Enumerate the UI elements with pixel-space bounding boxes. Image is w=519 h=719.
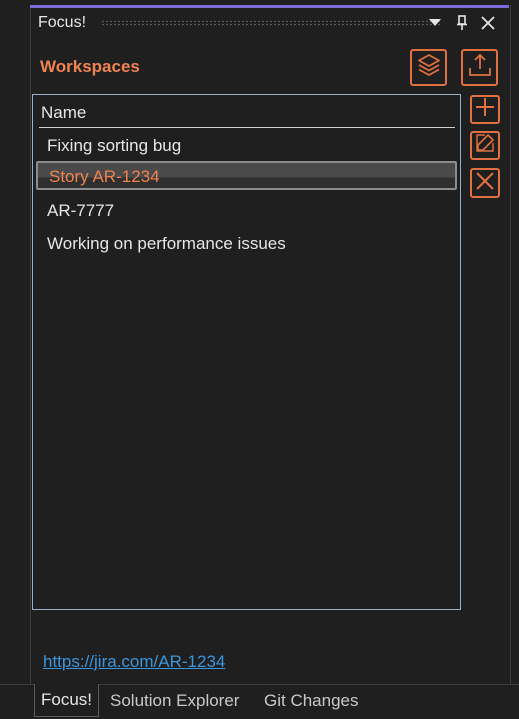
pin-icon[interactable] — [451, 12, 473, 34]
tab-solution-explorer[interactable]: Solution Explorer — [110, 685, 239, 717]
edit-workspace-button[interactable] — [470, 131, 500, 160]
edit-icon — [475, 133, 495, 158]
list-item[interactable]: Fixing sorting bug — [47, 136, 181, 156]
list-item-label: Story AR-1234 — [49, 167, 160, 186]
export-icon — [467, 52, 493, 83]
tab-focus[interactable]: Focus! — [34, 684, 100, 717]
tab-git-changes[interactable]: Git Changes — [264, 685, 359, 717]
x-icon — [475, 171, 495, 196]
plus-icon — [475, 97, 495, 122]
workspaces-header: Workspaces — [40, 57, 140, 76]
layers-button[interactable] — [410, 49, 447, 86]
chevron-down-icon[interactable] — [424, 12, 446, 34]
bottom-tab-strip: Focus! Solution Explorer Git Changes — [0, 684, 519, 719]
list-item[interactable]: AR-7777 — [47, 201, 114, 221]
layers-icon — [416, 52, 442, 83]
add-workspace-button[interactable] — [470, 95, 500, 124]
tool-window-title: Focus! — [38, 14, 87, 31]
jira-link[interactable]: https://jira.com/AR-1234 — [43, 652, 225, 672]
tool-window-titlebar[interactable]: Focus! — [31, 8, 508, 38]
title-grip — [101, 20, 441, 26]
list-item[interactable]: Working on performance issues — [47, 234, 286, 254]
workspace-list[interactable]: Name Fixing sorting bug Story AR-1234 AR… — [32, 94, 461, 610]
app-frame: Focus! Workspaces Name Fixing sorting bu… — [0, 0, 519, 719]
delete-workspace-button[interactable] — [470, 168, 500, 198]
list-item-selected[interactable]: Story AR-1234 — [36, 161, 457, 190]
export-button[interactable] — [461, 49, 498, 86]
close-icon[interactable] — [477, 12, 499, 34]
column-header-name[interactable]: Name — [41, 103, 86, 123]
column-header-divider — [39, 127, 455, 128]
